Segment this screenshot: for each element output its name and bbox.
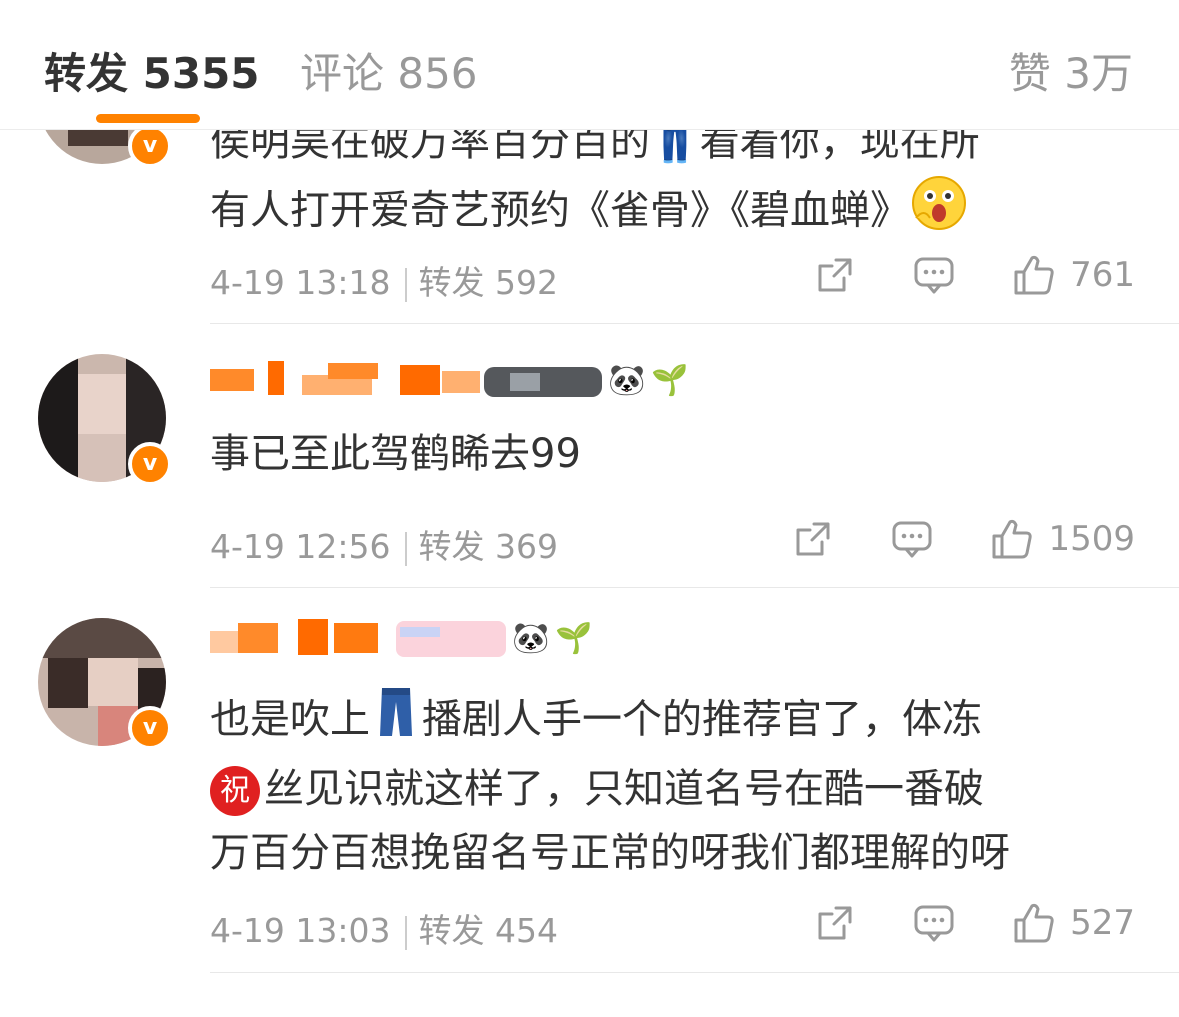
blurred-username (210, 619, 378, 659)
repost-count[interactable]: 转发 454 (419, 911, 558, 950)
tab-comments[interactable]: 评论 856 (300, 40, 478, 101)
tab-reposts[interactable]: 转发 5355 (44, 40, 260, 101)
comment-text: 事已至此驾鹤睎去99 (210, 431, 581, 477)
tab-likes[interactable]: 赞 3万 (1009, 40, 1133, 101)
share-button[interactable] (814, 254, 856, 296)
comment-text: 也是吹上 播剧人手一个的推荐官了，体冻 祝丝见识就这样了，只知道名号在酷一番破 … (210, 686, 1140, 885)
comment-actions: 527 (758, 898, 1135, 948)
blurred-username (210, 361, 480, 401)
like-button[interactable]: 761 (1012, 253, 1135, 297)
username[interactable]: 🐼 🌱 (210, 358, 689, 404)
thumbs-up-icon (1014, 255, 1054, 295)
comment-time: 4-19 13:18 (210, 263, 391, 302)
comment-time: 4-19 12:56 (210, 527, 391, 566)
comment-button[interactable] (890, 518, 934, 560)
avatar[interactable]: v (38, 354, 172, 486)
like-count: 527 (1070, 903, 1135, 943)
share-icon (796, 522, 830, 556)
comment-divider (210, 972, 1179, 973)
share-button[interactable] (792, 518, 834, 560)
comment-meta: 4-19 12:56 转发 369 (210, 520, 558, 568)
comment-button[interactable] (912, 254, 956, 296)
jeans-emoji-icon (376, 686, 416, 757)
share-button[interactable] (814, 902, 856, 944)
comment-meta: 4-19 13:18 转发 592 (210, 256, 558, 304)
surprised-emoji-icon (910, 174, 968, 251)
like-count: 761 (1070, 255, 1135, 295)
avatar[interactable]: v (38, 618, 172, 750)
comment-text-line: 有人打开爱奇艺预约《雀骨》《碧血蝉》 (210, 174, 1140, 251)
username[interactable]: 🐼 🌱 (210, 616, 593, 662)
comment-actions: 1509 (736, 514, 1135, 564)
verified-badge: v (128, 124, 172, 168)
comment-text-span: 丝见识就这样了，只知道名号在酷一番破 (264, 766, 984, 812)
blessing-badge-icon: 祝 (210, 766, 260, 816)
comment-icon (914, 905, 954, 942)
repost-count[interactable]: 转发 592 (419, 263, 558, 302)
comment-icon (892, 521, 932, 558)
share-icon (818, 258, 852, 292)
active-tab-indicator (96, 114, 200, 123)
comment-meta: 4-19 13:03 转发 454 (210, 904, 558, 952)
blurred-medal (484, 361, 602, 401)
comment-text-span: 也是吹上 (210, 696, 370, 743)
comment-text-span: 播剧人手一个的推荐官了，体冻 (422, 696, 982, 743)
comment-button[interactable] (912, 902, 956, 944)
thumbs-up-icon (1014, 903, 1054, 943)
like-count: 1509 (1048, 519, 1135, 559)
panda-badge-icon: 🐼 (512, 621, 550, 656)
like-button[interactable]: 1509 (990, 517, 1135, 561)
comment-text-line: 祝丝见识就这样了，只知道名号在酷一番破 (210, 757, 1140, 821)
verified-badge: v (128, 706, 172, 750)
comment-text-span: 有人打开爱奇艺预约《雀骨》《碧血蝉》 (210, 187, 910, 234)
comment-item: v 🐼 🌱 也是吹上 播剧人手一个的推荐官了，体冻 祝丝见识就这样了，只知道名号… (0, 588, 1179, 974)
comment-item: v 🐼 🌱 事已至此驾鹤睎去99 4-19 12:56 转发 369 1509 (0, 324, 1179, 588)
blurred-medal (396, 619, 506, 659)
comment-text-line: 万百分百想挽留名号正常的呀我们都理解的呀 (210, 830, 1010, 876)
comment-text-line: 也是吹上 播剧人手一个的推荐官了，体冻 (210, 686, 1140, 757)
thumbs-up-icon (992, 519, 1033, 559)
like-button[interactable]: 527 (1012, 901, 1135, 945)
share-icon (818, 906, 852, 940)
comment-text: 侯明昊在破万率百分百的👖看着你，现在所 有人打开爱奇艺预约《雀骨》《碧血蝉》 (210, 110, 1140, 251)
sprout-badge-icon: 🌱 (651, 363, 689, 398)
comment-tabs: 转发 5355 评论 856 赞 3万 (0, 0, 1179, 130)
comment-icon (914, 257, 954, 294)
comment-time: 4-19 13:03 (210, 911, 391, 950)
verified-badge: v (128, 442, 172, 486)
sprout-badge-icon: 🌱 (555, 621, 593, 656)
comment-actions: 761 (758, 250, 1135, 300)
repost-count[interactable]: 转发 369 (419, 527, 558, 566)
panda-badge-icon: 🐼 (608, 363, 646, 398)
